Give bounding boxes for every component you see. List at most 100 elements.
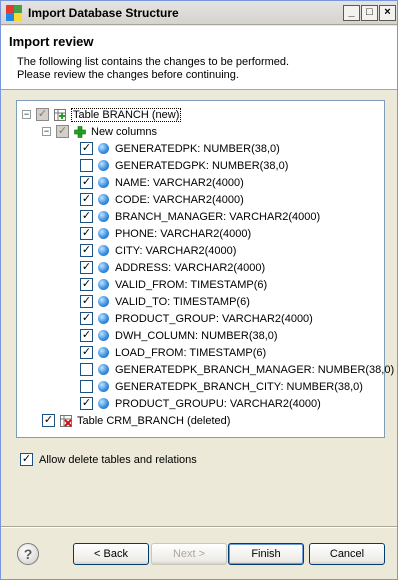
column-label: GENERATEDGPK: NUMBER(38,0) <box>115 159 289 172</box>
column-icon <box>98 143 109 154</box>
column-icon <box>98 177 109 188</box>
description-line-2: Please review the changes before continu… <box>17 69 239 81</box>
tree-node-new-columns[interactable]: − ✓ New columns <box>42 123 157 140</box>
column-icon <box>98 228 109 239</box>
column-checkbox[interactable]: ✓ <box>80 210 93 223</box>
column-checkbox[interactable]: ✓ <box>80 295 93 308</box>
table-add-icon <box>54 108 66 121</box>
column-checkbox[interactable]: ✓ <box>80 193 93 206</box>
tree-node-branch-table[interactable]: − ✓ Table BRANCH (new) <box>22 106 182 123</box>
column-icon <box>98 245 109 256</box>
column-label: ADDRESS: VARCHAR2(4000) <box>115 261 266 274</box>
wizard-header: Import review The following list contain… <box>1 26 397 90</box>
column-icon <box>98 313 109 324</box>
allow-delete-label: Allow delete tables and relations <box>39 453 197 466</box>
column-label: GENERATEDPK_BRANCH_MANAGER: NUMBER(38,0) <box>115 363 395 376</box>
column-icon <box>98 296 109 307</box>
branch-table-checkbox[interactable]: ✓ <box>36 108 49 121</box>
column-icon <box>98 211 109 222</box>
tree-node-column[interactable]: ✓ BRANCH_MANAGER: VARCHAR2(4000) <box>80 208 320 225</box>
cancel-button[interactable]: Cancel <box>309 543 385 565</box>
column-label: GENERATEDPK: NUMBER(38,0) <box>115 142 280 155</box>
column-label: CODE: VARCHAR2(4000) <box>115 193 244 206</box>
tree-node-column[interactable]: ✓ PRODUCT_GROUPU: VARCHAR2(4000) <box>80 395 321 412</box>
column-label: GENERATEDPK_BRANCH_CITY: NUMBER(38,0) <box>115 380 363 393</box>
crm-branch-label: Table CRM_BRANCH (deleted) <box>77 414 231 427</box>
column-icon <box>98 330 109 341</box>
collapse-toggle[interactable]: − <box>42 127 51 136</box>
tree-node-column[interactable]: ✓ CODE: VARCHAR2(4000) <box>80 191 244 208</box>
back-button[interactable]: < Back <box>73 543 149 565</box>
tree-node-column[interactable]: ✓ CITY: VARCHAR2(4000) <box>80 242 236 259</box>
add-plus-icon <box>74 125 86 138</box>
column-icon <box>98 398 109 409</box>
column-icon <box>98 279 109 290</box>
crm-branch-checkbox[interactable]: ✓ <box>42 414 55 427</box>
new-columns-label: New columns <box>91 125 158 138</box>
allow-delete-checkbox[interactable]: ✓ <box>20 453 33 466</box>
column-label: LOAD_FROM: TIMESTAMP(6) <box>115 346 267 359</box>
new-columns-checkbox[interactable]: ✓ <box>56 125 69 138</box>
tree-node-column[interactable]: GENERATEDPK_BRANCH_MANAGER: NUMBER(38,0) <box>80 361 394 378</box>
tree-node-column[interactable]: ✓ PRODUCT_GROUP: VARCHAR2(4000) <box>80 310 313 327</box>
maximize-button[interactable]: □ <box>361 5 378 21</box>
column-label: VALID_FROM: TIMESTAMP(6) <box>115 278 268 291</box>
allow-delete-option[interactable]: ✓ Allow delete tables and relations <box>20 453 197 466</box>
page-title: Import review <box>9 34 94 49</box>
window-title: Import Database Structure <box>28 6 179 20</box>
close-button[interactable]: × <box>379 5 396 21</box>
finish-button[interactable]: Finish <box>228 543 304 565</box>
column-checkbox[interactable]: ✓ <box>80 261 93 274</box>
tree-node-column[interactable]: ✓ LOAD_FROM: TIMESTAMP(6) <box>80 344 266 361</box>
column-label: CITY: VARCHAR2(4000) <box>115 244 237 257</box>
tree-node-column[interactable]: GENERATEDPK_BRANCH_CITY: NUMBER(38,0) <box>80 378 363 395</box>
column-label: PRODUCT_GROUPU: VARCHAR2(4000) <box>115 397 321 410</box>
description-line-1: The following list contains the changes … <box>17 56 290 68</box>
tree-node-crm-branch-table[interactable]: ✓ Table CRM_BRANCH (deleted) <box>42 412 230 429</box>
title-bar[interactable]: Import Database Structure _ □ × <box>1 1 397 25</box>
changes-tree[interactable]: − ✓ Table BRANCH (new) − ✓ New columns ✓… <box>16 100 394 438</box>
column-checkbox[interactable] <box>80 363 93 376</box>
tree-node-column[interactable]: ✓ VALID_TO: TIMESTAMP(6) <box>80 293 250 310</box>
column-label: BRANCH_MANAGER: VARCHAR2(4000) <box>115 210 321 223</box>
branch-table-label: Table BRANCH (new) <box>71 107 182 122</box>
column-icon <box>98 262 109 273</box>
column-icon <box>98 194 109 205</box>
column-checkbox[interactable]: ✓ <box>80 346 93 359</box>
help-icon[interactable]: ? <box>17 543 39 565</box>
tree-node-column[interactable]: ✓ GENERATEDPK: NUMBER(38,0) <box>80 140 280 157</box>
column-checkbox[interactable]: ✓ <box>80 278 93 291</box>
tree-node-column[interactable]: ✓ DWH_COLUMN: NUMBER(38,0) <box>80 327 278 344</box>
column-icon <box>98 347 109 358</box>
column-label: PRODUCT_GROUP: VARCHAR2(4000) <box>115 312 313 325</box>
column-checkbox[interactable]: ✓ <box>80 312 93 325</box>
column-checkbox[interactable] <box>80 159 93 172</box>
column-checkbox[interactable]: ✓ <box>80 244 93 257</box>
column-checkbox[interactable]: ✓ <box>80 142 93 155</box>
column-checkbox[interactable]: ✓ <box>80 176 93 189</box>
column-checkbox[interactable]: ✓ <box>80 227 93 240</box>
tree-node-column[interactable]: ✓ PHONE: VARCHAR2(4000) <box>80 225 251 242</box>
column-label: DWH_COLUMN: NUMBER(38,0) <box>115 329 278 342</box>
tree-node-column[interactable]: ✓ NAME: VARCHAR2(4000) <box>80 174 244 191</box>
collapse-toggle[interactable]: − <box>22 110 31 119</box>
tree-node-column[interactable]: ✓ VALID_FROM: TIMESTAMP(6) <box>80 276 267 293</box>
tree-node-column[interactable]: GENERATEDGPK: NUMBER(38,0) <box>80 157 288 174</box>
column-label: VALID_TO: TIMESTAMP(6) <box>115 295 250 308</box>
minimize-button[interactable]: _ <box>343 5 360 21</box>
column-icon <box>98 381 109 392</box>
app-logo-icon <box>6 5 22 21</box>
column-icon <box>98 160 109 171</box>
column-label: NAME: VARCHAR2(4000) <box>115 176 244 189</box>
column-icon <box>98 364 109 375</box>
column-label: PHONE: VARCHAR2(4000) <box>115 227 252 240</box>
table-delete-icon <box>60 414 72 427</box>
tree-node-column[interactable]: ✓ ADDRESS: VARCHAR2(4000) <box>80 259 265 276</box>
column-checkbox[interactable]: ✓ <box>80 329 93 342</box>
import-dialog: Import Database Structure _ □ × Import r… <box>0 0 398 580</box>
button-bar-separator <box>1 526 397 528</box>
column-checkbox[interactable] <box>80 380 93 393</box>
page-description: The following list contains the changes … <box>17 56 289 82</box>
column-checkbox[interactable]: ✓ <box>80 397 93 410</box>
next-button[interactable]: Next > <box>151 543 227 565</box>
